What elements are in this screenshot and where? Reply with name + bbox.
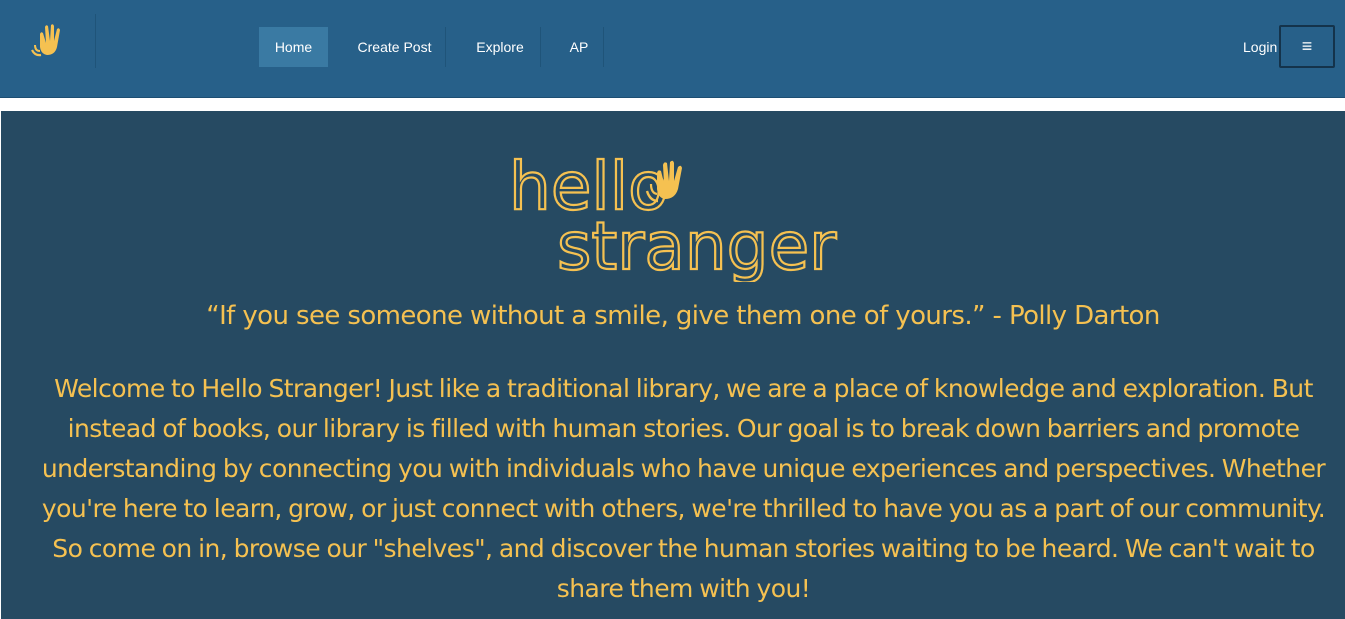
nav-divider: [540, 27, 541, 67]
nav-home-label: Home: [274, 39, 313, 55]
login-link[interactable]: Login: [1243, 39, 1277, 55]
nav-divider: [445, 27, 446, 67]
nav-divider: [603, 27, 604, 67]
nav-explore[interactable]: Explore: [460, 27, 540, 67]
logo-line2: stranger: [557, 208, 837, 282]
hero-quote: “If you see someone without a smile, giv…: [206, 301, 1160, 331]
nav-home[interactable]: Home: [259, 27, 328, 67]
nav-ap[interactable]: AP: [556, 27, 602, 67]
home-logo-link[interactable]: [0, 14, 96, 68]
hello-stranger-logo: hello stranger: [508, 147, 838, 282]
welcome-text: Welcome to Hello Stranger! Just like a t…: [41, 374, 1326, 603]
hamburger-menu-button[interactable]: ≡: [1279, 25, 1335, 68]
navbar: Home Create Post Explore AP Login ≡: [0, 0, 1345, 98]
hamburger-menu-icon: ≡: [1301, 36, 1313, 56]
nav-explore-label: Explore: [476, 39, 524, 55]
nav-create-post[interactable]: Create Post: [343, 27, 446, 67]
nav-ap-label: AP: [569, 39, 589, 55]
waving-hand-icon: [30, 24, 60, 57]
nav-create-post-label: Create Post: [357, 39, 432, 55]
hero-section: hello stranger “If you see someone witho…: [1, 111, 1345, 619]
